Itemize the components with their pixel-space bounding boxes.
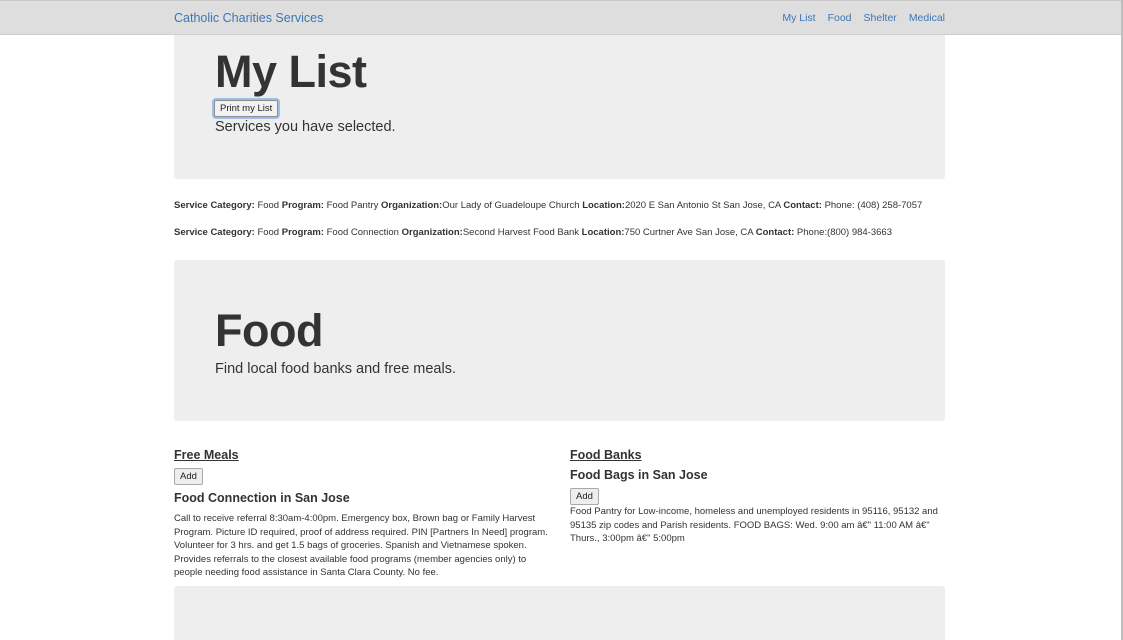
category-value: Food [257, 200, 280, 211]
selected-service-row: Service Category: Food Program: Food Pan… [174, 200, 922, 211]
food-title: Food [215, 305, 323, 356]
contact-value: Phone:(800) 984-3663 [796, 227, 892, 238]
print-list-button[interactable]: Print my List [214, 100, 279, 117]
location-value: 750 Curtner Ave San Jose, CA [624, 227, 754, 238]
organization-value: Our Lady of Guadeloupe Church [442, 200, 580, 211]
navbar: Catholic Charities Services My List Food… [0, 0, 1121, 35]
location-value: 2020 E San Antonio St San Jose, CA [624, 200, 781, 211]
nav-link-my-list[interactable]: My List [782, 12, 815, 24]
contact-label: Contact: [783, 200, 822, 211]
free-meals-heading-link[interactable]: Free Meals [174, 448, 239, 462]
contact-label: Contact: [755, 227, 795, 238]
food-jumbotron: Food Find local food banks and free meal… [174, 260, 945, 421]
mylist-lead: Services you have selected. [215, 119, 396, 135]
brand-link[interactable]: Catholic Charities Services [174, 11, 323, 25]
location-label: Location: [581, 227, 625, 238]
contact-value: Phone: (408) 258-7057 [824, 200, 923, 211]
organization-label: Organization: [401, 227, 463, 238]
location-label: Location: [582, 200, 625, 211]
food-banks-heading-link[interactable]: Food Banks [570, 448, 642, 462]
food-bags-title: Food Bags in San Jose [570, 468, 708, 482]
category-label: Service Category: [174, 227, 255, 238]
mylist-title: My List [215, 46, 367, 97]
mylist-jumbotron: My List Print my List Services you have … [174, 35, 945, 179]
next-section-jumbotron [174, 586, 945, 640]
food-connection-title: Food Connection in San Jose [174, 491, 350, 505]
food-connection-description: Call to receive referral 8:30am-4:00pm. … [174, 513, 548, 578]
nav-link-food[interactable]: Food [828, 12, 852, 24]
nav-links: My List Food Shelter Medical [770, 12, 945, 24]
organization-value: Second Harvest Food Bank [462, 227, 580, 238]
organization-label: Organization: [381, 200, 443, 211]
program-label: Program: [281, 200, 324, 211]
program-value: Food Pantry [326, 200, 379, 211]
nav-link-medical[interactable]: Medical [909, 12, 945, 24]
category-value: Food [257, 227, 280, 238]
selected-service-row: Service Category: Food Program: Food Con… [174, 227, 892, 238]
food-bags-description: Food Pantry for Low-income, homeless and… [570, 506, 938, 544]
add-food-connection-button[interactable]: Add [174, 468, 203, 485]
program-value: Food Connection [326, 227, 399, 238]
nav-link-shelter[interactable]: Shelter [864, 12, 897, 24]
category-label: Service Category: [174, 200, 255, 211]
add-food-bags-button[interactable]: Add [570, 488, 599, 505]
food-lead: Find local food banks and free meals. [215, 361, 456, 377]
program-label: Program: [281, 227, 324, 238]
